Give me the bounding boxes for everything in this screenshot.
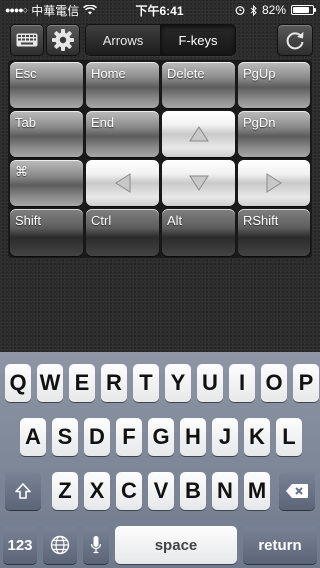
key-label: Shift	[15, 213, 42, 228]
up-arrow-icon	[188, 126, 209, 142]
refresh-icon	[286, 32, 304, 50]
tab-f-keys[interactable]: F-keys	[160, 25, 235, 55]
refresh-button[interactable]	[277, 24, 313, 56]
key-j[interactable]: J	[212, 418, 238, 456]
keyboard-icon	[16, 33, 38, 47]
rshift-key[interactable]: RShift	[238, 209, 310, 256]
key-d[interactable]: D	[84, 418, 110, 456]
key-g[interactable]: G	[148, 418, 174, 456]
battery-percent: 82%	[261, 3, 286, 17]
right-arrow-key[interactable]	[238, 160, 310, 206]
key-u[interactable]: U	[197, 364, 223, 402]
alarm-icon	[235, 6, 245, 15]
key-q[interactable]: Q	[5, 364, 31, 402]
key-f[interactable]: F	[116, 418, 142, 456]
home-key[interactable]: Home	[86, 62, 159, 108]
key-s[interactable]: S	[52, 418, 78, 456]
tab-key[interactable]: Tab	[10, 111, 83, 157]
carrier-name: 中華電信	[31, 3, 80, 18]
pgup-key[interactable]: PgUp	[238, 62, 310, 108]
up-arrow-key[interactable]	[162, 111, 235, 157]
return-button[interactable]: return	[243, 526, 317, 564]
key-b[interactable]: B	[180, 472, 206, 510]
tab-arrows[interactable]: Arrows	[86, 25, 160, 55]
right-arrow-icon	[266, 173, 282, 193]
mode-segmented-control: Arrows F-keys	[85, 24, 236, 56]
left-arrow-key[interactable]	[86, 160, 159, 206]
signal-icon: ●●●●○	[5, 5, 28, 15]
key-a[interactable]: A	[20, 418, 46, 456]
shift-key[interactable]: Shift	[10, 209, 83, 256]
clock: 下午6:41	[135, 3, 184, 18]
key-o[interactable]: O	[261, 364, 287, 402]
shift-button[interactable]	[5, 472, 41, 510]
key-m[interactable]: M	[244, 472, 270, 510]
key-label: Tab	[15, 115, 36, 130]
key-label: RShift	[243, 213, 279, 228]
alt-key[interactable]: Alt	[162, 209, 235, 256]
key-label: Delete	[167, 66, 205, 81]
dictation-button[interactable]	[83, 526, 109, 564]
bluetooth-icon	[250, 4, 257, 16]
special-keys-grid: Esc Home Delete PgUp Tab End PgDn ⌘ Shif…	[8, 60, 312, 258]
key-i[interactable]: I	[229, 364, 255, 402]
key-w[interactable]: W	[37, 364, 63, 402]
ios-keyboard: Q W E R T Y U I O P A S D F G H J K L Z …	[0, 352, 320, 568]
pgdn-key[interactable]: PgDn	[238, 111, 310, 157]
microphone-icon	[90, 536, 102, 554]
battery-level	[293, 7, 309, 13]
key-v[interactable]: V	[148, 472, 174, 510]
key-k[interactable]: K	[244, 418, 270, 456]
battery-icon	[291, 5, 316, 15]
key-n[interactable]: N	[212, 472, 238, 510]
key-l[interactable]: L	[276, 418, 302, 456]
end-key[interactable]: End	[86, 111, 159, 157]
down-arrow-key[interactable]	[162, 160, 235, 206]
numbers-button[interactable]: 123	[3, 526, 37, 564]
globe-icon	[50, 535, 70, 555]
toolbar: Arrows F-keys	[0, 20, 320, 58]
key-z[interactable]: Z	[52, 472, 78, 510]
key-label: PgDn	[243, 115, 276, 130]
key-label: Alt	[167, 213, 183, 228]
key-label: Ctrl	[91, 213, 112, 228]
key-p[interactable]: P	[293, 364, 319, 402]
space-bar[interactable]: space	[115, 526, 237, 564]
keyboard-toggle-button[interactable]	[10, 24, 44, 56]
key-label: End	[91, 115, 115, 130]
key-label: Home	[91, 66, 126, 81]
key-y[interactable]: Y	[165, 364, 191, 402]
gear-icon	[52, 29, 74, 51]
key-e[interactable]: E	[69, 364, 95, 402]
delete-key[interactable]: Delete	[162, 62, 235, 108]
key-h[interactable]: H	[180, 418, 206, 456]
status-bar: ●●●●○ 中華電信 下午6:41 82%	[0, 0, 320, 20]
backspace-button[interactable]	[279, 472, 315, 510]
key-t[interactable]: T	[133, 364, 159, 402]
key-x[interactable]: X	[84, 472, 110, 510]
left-arrow-icon	[114, 173, 130, 193]
key-c[interactable]: C	[116, 472, 142, 510]
globe-button[interactable]	[43, 526, 77, 564]
key-r[interactable]: R	[101, 364, 127, 402]
key-label: PgUp	[243, 66, 276, 81]
shift-icon	[15, 483, 31, 499]
esc-key[interactable]: Esc	[10, 62, 83, 108]
key-label: Esc	[15, 66, 37, 81]
wifi-icon	[83, 5, 98, 15]
key-label: ⌘	[15, 164, 28, 179]
ctrl-key[interactable]: Ctrl	[86, 209, 159, 256]
command-key[interactable]: ⌘	[10, 160, 83, 206]
down-arrow-icon	[188, 175, 209, 191]
backspace-icon	[286, 484, 308, 498]
settings-button[interactable]	[46, 24, 80, 56]
